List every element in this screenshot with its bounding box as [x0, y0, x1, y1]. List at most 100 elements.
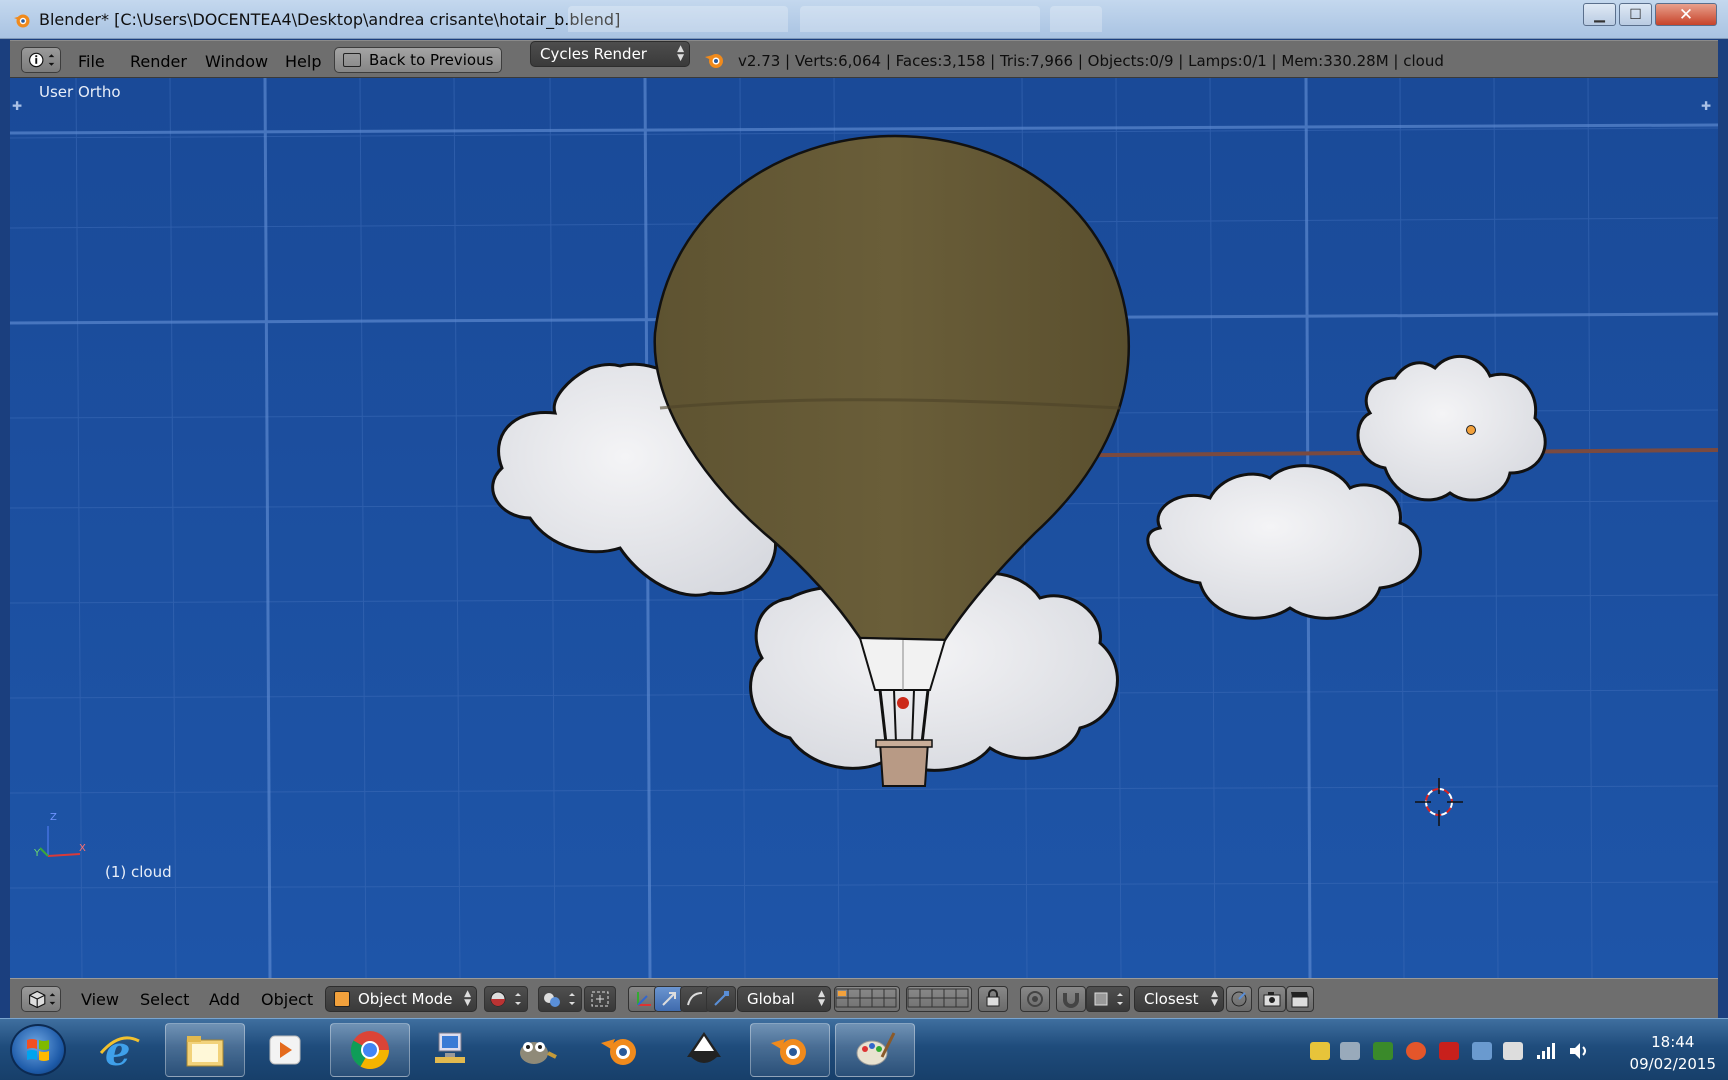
- 3d-view-icon: [29, 990, 56, 1009]
- snap-increment-icon: [1094, 992, 1123, 1006]
- taskbar-chrome[interactable]: [330, 1023, 410, 1077]
- lock-camera-layers-toggle[interactable]: [978, 986, 1008, 1012]
- viewport-scene: [10, 78, 1718, 978]
- interaction-mode-value: Object Mode: [358, 990, 453, 1008]
- menu-render[interactable]: Render: [130, 52, 187, 71]
- scene-statistics: v2.73 | Verts:6,064 | Faces:3,158 | Tris…: [738, 52, 1444, 70]
- network-computer-icon: [435, 1032, 465, 1063]
- taskbar-gimp[interactable]: [495, 1023, 575, 1077]
- media-player-icon: [269, 1035, 301, 1065]
- pivot-point-dropdown[interactable]: [538, 986, 582, 1012]
- transform-orientation-dropdown[interactable]: Global ▲ ▼: [737, 986, 831, 1012]
- editor-type-selector[interactable]: [21, 986, 61, 1012]
- taskbar-file-explorer[interactable]: [165, 1023, 245, 1077]
- tray-nvidia-icon[interactable]: [1373, 1042, 1393, 1060]
- window-title-bar[interactable]: Blender* [C:\Users\DOCENTEA4\Desktop\and…: [0, 0, 1728, 39]
- menu-help[interactable]: Help: [285, 52, 321, 71]
- volume-icon[interactable]: [1568, 1041, 1590, 1061]
- interaction-mode-dropdown[interactable]: Object Mode ▲ ▼: [325, 986, 477, 1012]
- background-window-tab: [568, 6, 788, 32]
- menu-file[interactable]: File: [78, 52, 105, 71]
- minimize-button[interactable]: ▁: [1583, 3, 1616, 26]
- tray-action-center-icon[interactable]: [1503, 1042, 1523, 1060]
- proportional-edit-icon: [1027, 991, 1043, 1007]
- proportional-editing-toggle[interactable]: [1020, 986, 1050, 1012]
- snap-element-dropdown[interactable]: [1086, 986, 1130, 1012]
- manipulator-icon: [591, 991, 609, 1007]
- manipulator-toggle[interactable]: [584, 986, 616, 1012]
- blender-logo-icon: [14, 14, 30, 28]
- snap-toggle[interactable]: [1056, 986, 1086, 1012]
- pivot-icon: [544, 993, 575, 1007]
- folder-icon: [186, 1036, 224, 1067]
- dropdown-arrows-icon: ▲ ▼: [677, 44, 684, 63]
- opengl-render-animation-button[interactable]: [1286, 986, 1314, 1012]
- scale-icon: [714, 991, 729, 1006]
- tray-folder-icon[interactable]: [1310, 1042, 1330, 1060]
- info-header: File Render Window Help Back to Previous…: [10, 40, 1718, 78]
- windows-logo-icon: [27, 1039, 49, 1061]
- clapperboard-icon: [1291, 992, 1309, 1008]
- editor-type-selector[interactable]: [21, 47, 61, 73]
- tray-satellite-icon[interactable]: [1340, 1042, 1360, 1060]
- scale-tool-button[interactable]: [706, 986, 736, 1012]
- scene-layers-group-2[interactable]: [906, 986, 972, 1012]
- clock-date: 09/02/2015: [1629, 1055, 1716, 1073]
- dropdown-arrows-icon: ▲ ▼: [464, 989, 471, 1008]
- back-to-previous-label: Back to Previous: [369, 51, 494, 69]
- windows-taskbar: e 18:44 09/02/2015: [0, 1018, 1728, 1080]
- view-name-label: User Ortho: [39, 83, 121, 101]
- dropdown-arrows-icon: ▲ ▼: [818, 989, 825, 1008]
- tray-network-monitor-icon[interactable]: [1472, 1042, 1492, 1060]
- rotate-icon: [662, 992, 676, 1006]
- close-button[interactable]: ✕: [1655, 3, 1717, 26]
- internet-explorer-icon: e: [99, 1028, 140, 1073]
- background-window-tab: [1050, 6, 1102, 32]
- menu-add[interactable]: Add: [209, 990, 240, 1009]
- lock-icon: [986, 989, 1000, 1007]
- paint-icon: [856, 1032, 896, 1066]
- signal-strength-icon[interactable]: [1535, 1041, 1557, 1061]
- window-title: Blender* [C:\Users\DOCENTEA4\Desktop\and…: [39, 10, 621, 29]
- chrome-icon: [350, 1031, 390, 1070]
- render-engine-dropdown[interactable]: Cycles Render ▲ ▼: [530, 41, 690, 67]
- blender-logo-icon: [705, 54, 723, 68]
- maximize-button[interactable]: ☐: [1619, 3, 1652, 26]
- background-window-tab: [800, 6, 1040, 32]
- dropdown-arrows-icon: ▲ ▼: [1211, 989, 1218, 1008]
- 3d-viewport[interactable]: User Ortho (1) cloud Z X Y ✚ ✚: [10, 78, 1718, 978]
- area-split-corner-icon[interactable]: ✚: [1701, 100, 1713, 112]
- scene-layers-group-1[interactable]: [834, 986, 900, 1012]
- screen: Blender* [C:\Users\DOCENTEA4\Desktop\and…: [0, 0, 1728, 1080]
- start-button[interactable]: [10, 1024, 66, 1076]
- arc-icon: [687, 992, 703, 1006]
- menu-view[interactable]: View: [81, 990, 119, 1009]
- taskbar-clock[interactable]: 18:44 09/02/2015: [1630, 1031, 1716, 1075]
- menu-object[interactable]: Object: [261, 990, 313, 1009]
- taskbar-network-folder[interactable]: [410, 1023, 490, 1077]
- camera-icon: [1263, 992, 1281, 1007]
- tray-adobe-icon[interactable]: [1439, 1042, 1459, 1060]
- snap-target-dropdown[interactable]: Closest ▲ ▼: [1134, 986, 1224, 1012]
- blender-logo-icon: [771, 1039, 806, 1065]
- taskbar-inkscape[interactable]: [664, 1023, 744, 1077]
- tray-antivirus-icon[interactable]: [1406, 1042, 1426, 1060]
- menu-window[interactable]: Window: [205, 52, 268, 71]
- menu-select[interactable]: Select: [140, 990, 189, 1009]
- taskbar-blender[interactable]: [580, 1023, 660, 1077]
- opengl-render-image-button[interactable]: [1258, 986, 1286, 1012]
- taskbar-media-player[interactable]: [245, 1023, 325, 1077]
- snap-align-rotation-toggle[interactable]: [1226, 986, 1252, 1012]
- render-engine-value: Cycles Render: [540, 45, 647, 63]
- y-axis-label: Y: [34, 848, 41, 859]
- solid-shading-icon: [490, 991, 521, 1007]
- taskbar-paint[interactable]: [835, 1023, 915, 1077]
- align-rotation-icon: [1231, 991, 1247, 1007]
- taskbar-internet-explorer[interactable]: e: [80, 1023, 160, 1077]
- snap-target-value: Closest: [1144, 990, 1199, 1008]
- area-split-corner-icon[interactable]: ✚: [12, 100, 24, 112]
- taskbar-blender-active[interactable]: [750, 1023, 830, 1077]
- back-to-previous-button[interactable]: Back to Previous: [334, 47, 502, 73]
- viewport-shading-dropdown[interactable]: [484, 986, 528, 1012]
- layer-grid-icon: [835, 988, 897, 1008]
